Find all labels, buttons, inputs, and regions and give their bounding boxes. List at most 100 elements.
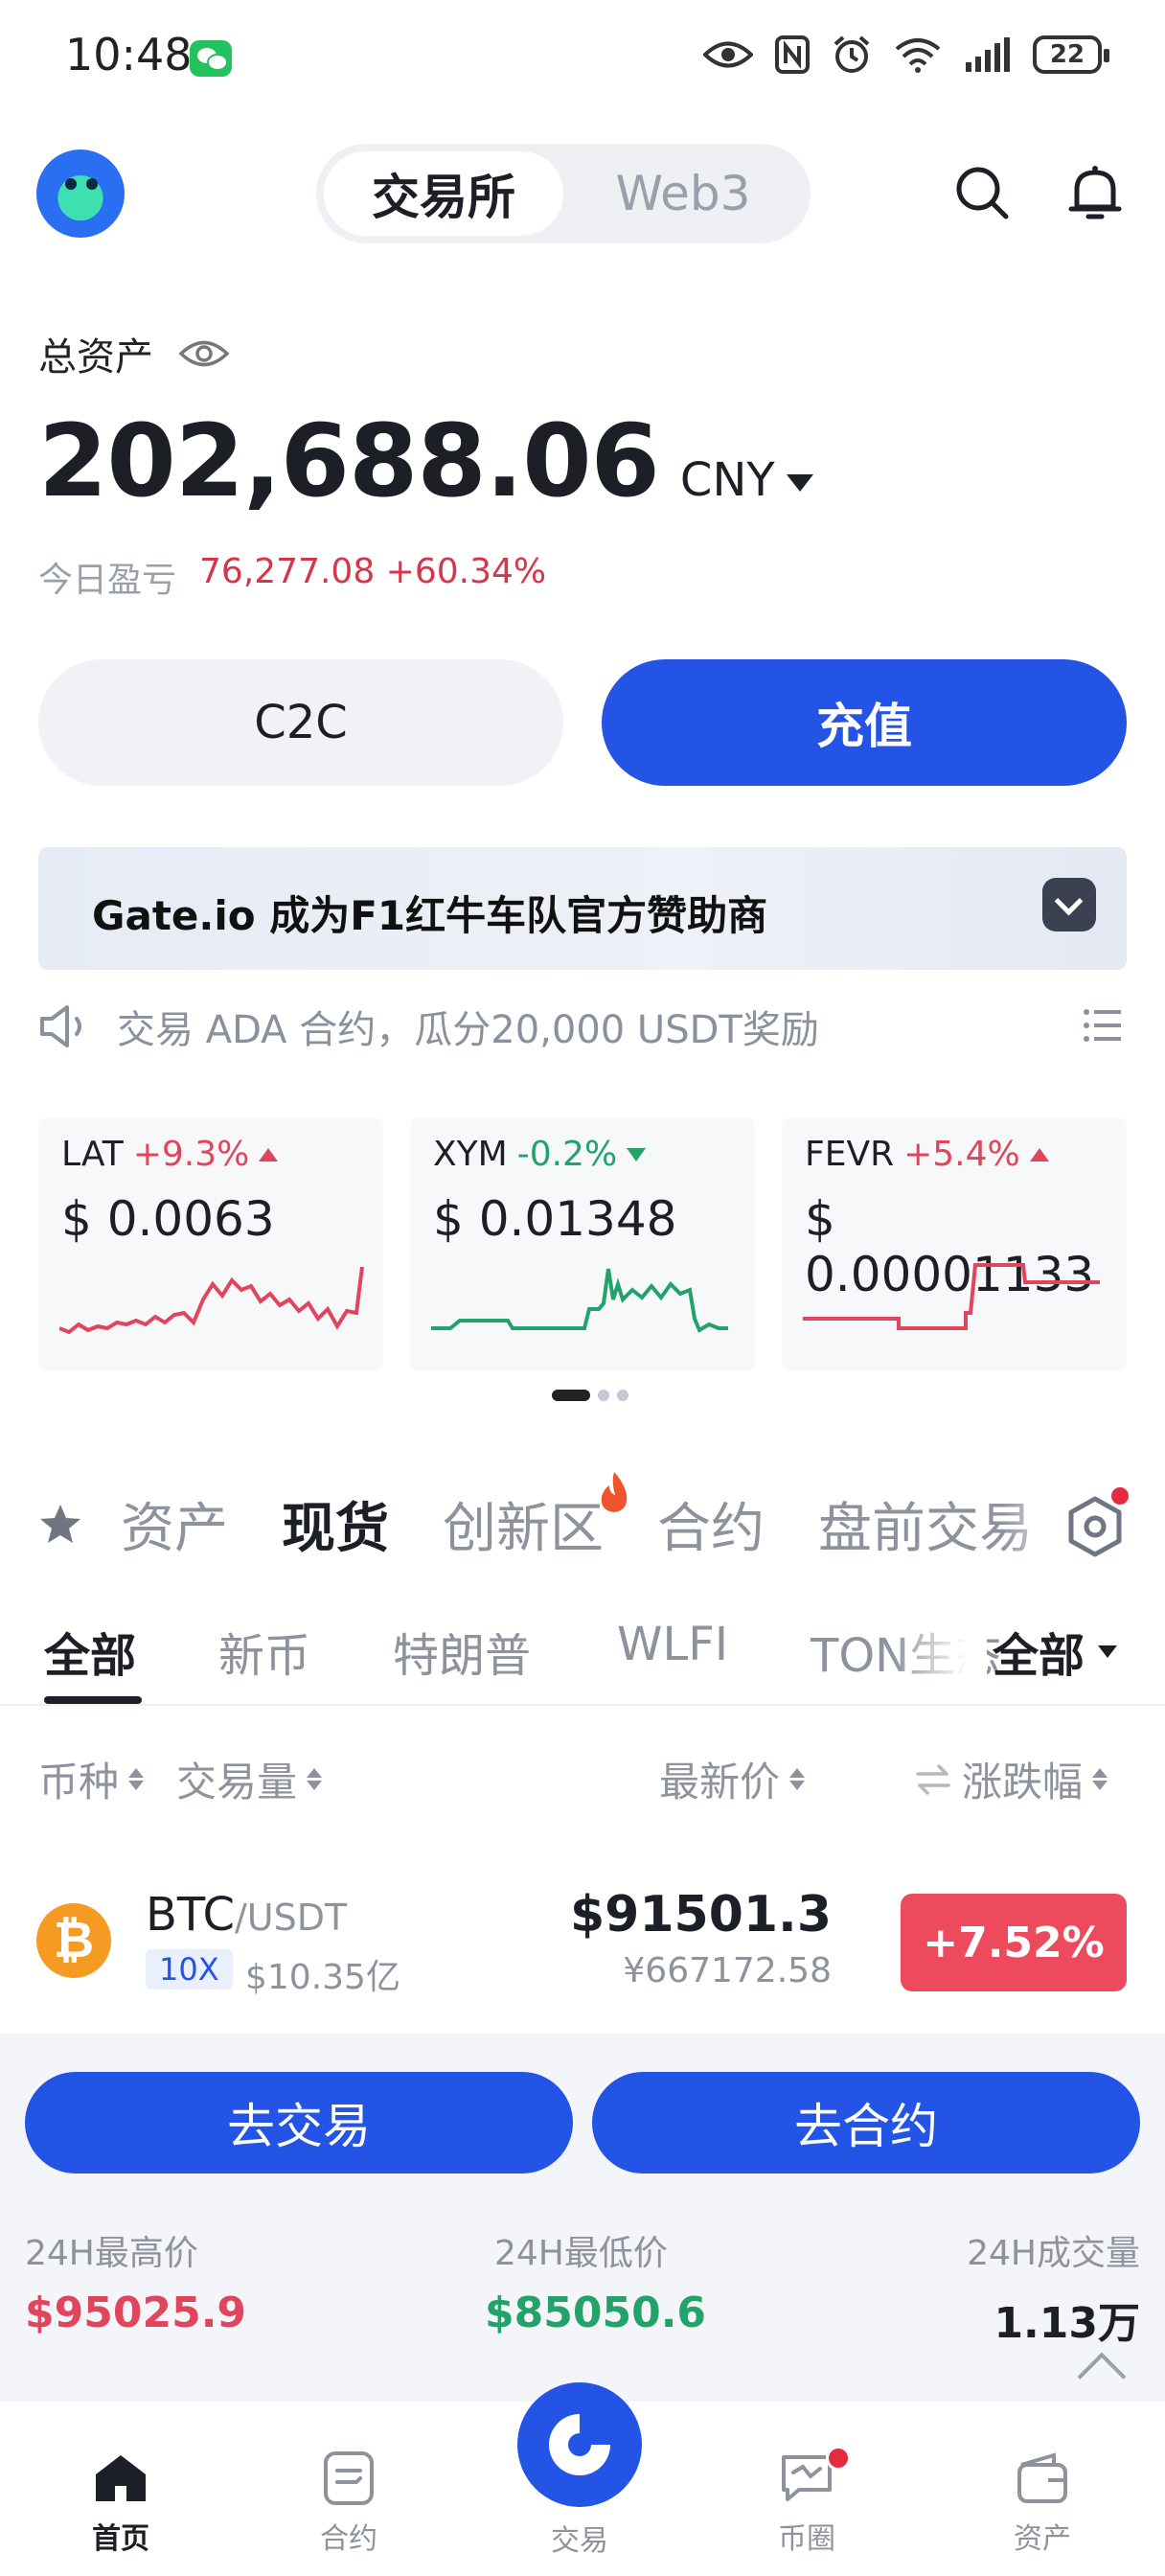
subtab-wlfi[interactable]: WLFI <box>617 1618 728 1671</box>
swap-icon[interactable] <box>914 1762 952 1797</box>
futures-icon <box>324 2451 374 2505</box>
col-price: 最新价 <box>659 1759 781 1806</box>
today-pnl[interactable]: 今日盈亏 76,277.08 +60.34% <box>38 552 546 602</box>
ticker-card-xym[interactable]: XYM -0.2% $ 0.01348 <box>410 1117 755 1370</box>
total-assets: 202,688.06 CNY <box>38 402 813 519</box>
filter-label: 全部 <box>993 1629 1085 1683</box>
caret-down-icon <box>1098 1644 1118 1658</box>
subtab-trump[interactable]: 特朗普 <box>393 1618 531 1685</box>
sort-coin[interactable]: 币种 <box>38 1750 145 1808</box>
nfc-icon <box>775 35 810 74</box>
status-icons: 22 <box>703 34 1109 75</box>
search-icon[interactable] <box>954 165 1010 220</box>
total-assets-value: 202,688.06 <box>38 402 660 519</box>
tab-assets[interactable]: 资产 <box>121 1485 228 1563</box>
go-trade-button[interactable]: 去交易 <box>25 2072 573 2174</box>
last-price: $91501.3 <box>569 1886 832 1944</box>
announcement-bar[interactable]: 交易 ADA 合约，瓜分20,000 USDT奖励 <box>38 995 1127 1058</box>
nav-community[interactable]: 币圈 <box>730 2448 883 2557</box>
volume-value: 1.13万 <box>994 2299 1140 2348</box>
currency-selector[interactable]: CNY <box>680 453 813 507</box>
exchange-web3-switch: 交易所 Web3 <box>316 144 811 243</box>
c2c-button[interactable]: C2C <box>38 659 563 786</box>
ticker-change: +5.4% <box>903 1135 1020 1174</box>
subtab-new[interactable]: 新币 <box>218 1618 310 1685</box>
total-assets-label: 总资产 <box>38 326 230 381</box>
nav-assets[interactable]: 资产 <box>966 2448 1119 2557</box>
star-icon[interactable] <box>38 1502 82 1546</box>
battery-indicator: 22 <box>1033 35 1109 74</box>
nav-trade-label[interactable]: 交易 <box>503 2517 656 2559</box>
sort-change[interactable]: 涨跌幅 <box>914 1750 1108 1808</box>
announcement-text: 交易 ADA 合约，瓜分20,000 USDT奖励 <box>117 1008 819 1052</box>
market-column-headers: 币种 交易量 最新价 涨跌幅 <box>0 1744 1165 1811</box>
down-arrow-icon <box>627 1147 647 1162</box>
active-tab-underline <box>44 1696 142 1704</box>
home-icon <box>96 2455 146 2501</box>
tab-innovation-label: 创新区 <box>443 1497 604 1560</box>
deposit-button[interactable]: 充值 <box>602 659 1127 786</box>
ticker-symbol: XYM <box>433 1135 508 1174</box>
tab-futures[interactable]: 合约 <box>657 1485 765 1563</box>
ticker-symbol: LAT <box>61 1135 124 1174</box>
col-change: 涨跌幅 <box>962 1759 1084 1806</box>
sort-icon <box>307 1768 323 1790</box>
up-arrow-icon <box>1029 1147 1049 1162</box>
ticker-price: $ 0.0063 <box>61 1191 275 1247</box>
low-value: $85050.6 <box>485 2288 707 2337</box>
sparkline-xym <box>431 1268 728 1333</box>
tabs-fade <box>1002 1476 1069 1572</box>
ticker-card-fevr[interactable]: FEVR +5.4% $ 0.00001133 <box>782 1117 1127 1370</box>
bell-icon[interactable] <box>1065 163 1125 224</box>
top-nav: 交易所 Web3 <box>0 144 1165 249</box>
ticker-card-lat[interactable]: LAT +9.3% $ 0.0063 <box>38 1117 383 1370</box>
pnl-label: 今日盈亏 <box>38 561 177 600</box>
total-assets-text: 总资产 <box>38 335 153 380</box>
carousel-dot <box>598 1390 609 1401</box>
sort-price[interactable]: 最新价 <box>659 1750 806 1808</box>
low-label: 24H最低价 <box>494 2234 668 2273</box>
notification-dot <box>826 2446 851 2471</box>
tab-spot[interactable]: 现货 <box>282 1485 389 1563</box>
signal-icon <box>966 37 1010 72</box>
category-tabs: 资产 现货 创新区 合约 盘前交易 <box>38 1471 1129 1572</box>
settings-hex-icon[interactable] <box>1063 1495 1127 1558</box>
caret-down-icon <box>786 474 813 492</box>
tab-premarket[interactable]: 盘前交易 <box>818 1485 1033 1563</box>
avatar[interactable] <box>36 150 125 238</box>
chevron-down-icon[interactable] <box>1042 878 1096 932</box>
trade-fab[interactable] <box>517 2382 642 2507</box>
sub-tabs: 全部 新币 特朗普 WLFI TON生态 全部 <box>0 1606 1165 1706</box>
sort-icon <box>789 1768 806 1790</box>
nav-home[interactable]: 首页 <box>44 2448 197 2557</box>
promo-banner[interactable]: Gate.io 成为F1红牛车队官方赞助商 <box>38 847 1127 970</box>
sparkline-lat <box>59 1266 364 1335</box>
list-icon[interactable] <box>1083 1006 1123 1045</box>
sort-volume[interactable]: 交易量 <box>176 1750 323 1808</box>
market-row-btc[interactable]: ₿ BTC/USDT 10X $10.35亿 $91501.3 ¥667172.… <box>0 1869 1165 2012</box>
coin-quote: /USDT <box>234 1897 348 1939</box>
tab-exchange[interactable]: 交易所 <box>324 151 563 236</box>
cny-price: ¥667172.58 <box>623 1951 832 1990</box>
ticker-change: +9.3% <box>132 1135 250 1174</box>
tab-innovation[interactable]: 创新区 <box>443 1471 628 1563</box>
nav-futures[interactable]: 合约 <box>272 2448 425 2557</box>
promo-text: Gate.io 成为F1红牛车队官方赞助商 <box>92 892 768 939</box>
alarm-icon <box>834 35 870 73</box>
high-label: 24H最高价 <box>25 2234 198 2273</box>
change-badge[interactable]: +7.52% <box>901 1894 1127 1991</box>
status-bar: 10:48 22 <box>0 0 1165 115</box>
tab-web3[interactable]: Web3 <box>563 151 803 236</box>
pnl-value: 76,277.08 +60.34% <box>199 552 547 591</box>
col-volume: 交易量 <box>176 1759 298 1806</box>
trade-logo-icon <box>549 2414 610 2475</box>
subtab-all[interactable]: 全部 <box>44 1618 136 1685</box>
currency-label: CNY <box>679 453 775 507</box>
filter-dropdown[interactable]: 全部 <box>993 1618 1118 1685</box>
wallet-icon <box>1017 2452 1067 2503</box>
chevron-up-icon[interactable] <box>1077 2352 1127 2402</box>
eye-icon[interactable] <box>178 337 230 370</box>
up-arrow-icon <box>259 1147 279 1162</box>
go-futures-button[interactable]: 去合约 <box>592 2072 1140 2174</box>
hot-tickers: LAT +9.3% $ 0.0063 XYM -0.2% $ 0.01348 F… <box>38 1117 1127 1370</box>
